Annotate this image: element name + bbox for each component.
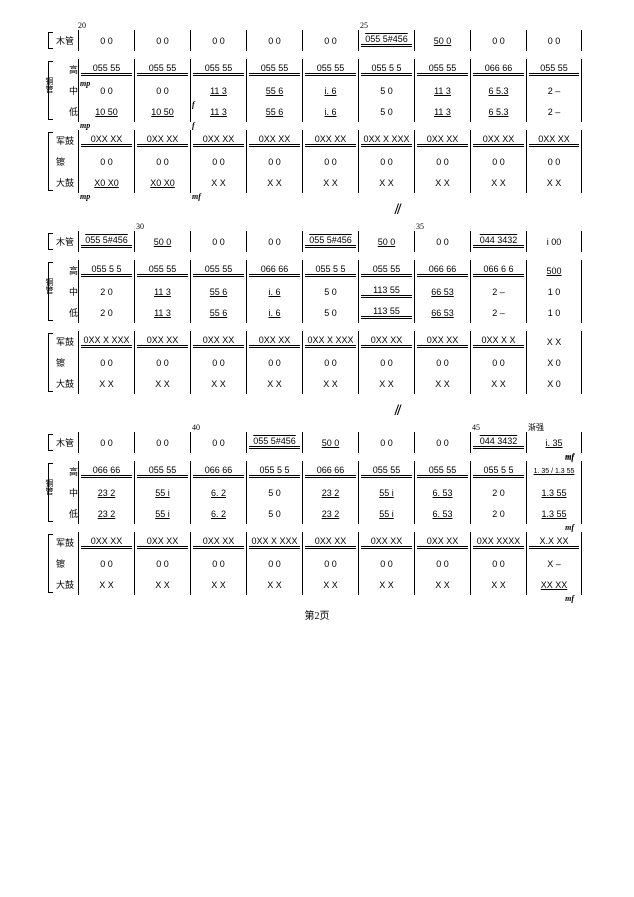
system-3: 40 45 渐强 木管 0 0 0 0 0 0 055 5#456 50 0 0… — [50, 432, 584, 595]
part-label: 军鼓 — [50, 335, 78, 348]
measures: 2 0 11 3 55 6 i. 6 5 0 113 55 66 53 2 – … — [78, 281, 582, 302]
measures: 055 5 5 055 55 055 55 066 66 055 5 5 055… — [78, 260, 582, 281]
system-2: 30 35 木管 055 5#456 50 0 0 0 0 0 055 5#45… — [50, 231, 584, 420]
part-label: 大鼓 — [50, 176, 78, 189]
staff-brass-low: 低 23 2 55 i 6. 2 5 0 23 2 55 i 6. 53 2 0… — [50, 503, 584, 524]
staff-woodwind: 20 25 木管 0 0 0 0 0 0 0 0 0 0 055 5#456 5… — [50, 30, 584, 51]
dynamic: mf — [565, 594, 574, 603]
measures: X X X X X X X X X X X X X X X X X 0 — [78, 373, 582, 394]
staff-cymbal: 镲 0 0 0 0 0 0 0 0 0 0 0 0 0 0 0 0 0 0 — [50, 151, 584, 172]
part-label: 大鼓 — [50, 578, 78, 591]
staff-bassdrum: 大鼓 X X X X X X X X X X X X X X X X X 0 — [50, 373, 584, 394]
part-label: 中 — [50, 486, 78, 499]
staff-snare: 军鼓 0XX XX 0XX XX 0XX XX 0XX X XXX 0XX XX… — [50, 532, 584, 553]
brass-group: 铜管 高 066 66 055 55 066 66 055 5 5 066 66… — [50, 461, 584, 524]
perc-group: 军鼓 0XX X XXX 0XX XX 0XX XX 0XX XX 0XX X … — [50, 331, 584, 394]
measures: 0 0 0 0 0 0 055 5#456 50 0 0 0 0 0 044 3… — [78, 432, 582, 453]
bar-number: 40 — [192, 423, 200, 432]
measures: 0 0 0 0 0 0 0 0 0 0 0 0 0 0 0 0 X 0 — [78, 352, 582, 373]
measures: 055 55 055 55 055 55 055 55 055 55 055 5… — [78, 59, 582, 80]
system-break-icon: // — [210, 201, 584, 219]
system-1: 20 25 木管 0 0 0 0 0 0 0 0 0 0 055 5#456 5… — [50, 30, 584, 219]
staff-brass-low: 低 2 0 11 3 55 6 i. 6 5 0 113 55 66 53 2 … — [50, 302, 584, 323]
bar-number: 30 — [136, 222, 144, 231]
staff-snare: 军鼓 0XX XX 0XX XX 0XX XX 0XX XX 0XX XX 0X… — [50, 130, 584, 151]
part-label: 大鼓 — [50, 377, 78, 390]
measures: X0 X0 X0 X0 X X X X X X X X X X X X X X — [78, 172, 582, 193]
part-label: 低 — [50, 105, 78, 118]
dynamic: mp — [80, 192, 90, 201]
page-number: 第2页 — [50, 607, 584, 622]
staff-snare: 军鼓 0XX X XXX 0XX XX 0XX XX 0XX XX 0XX X … — [50, 331, 584, 352]
part-label: 高 — [50, 63, 78, 76]
bar-number: 35 — [416, 222, 424, 231]
bar-number: 45 — [472, 423, 480, 432]
part-label: 镲 — [50, 557, 78, 570]
staff-woodwind: 40 45 渐强 木管 0 0 0 0 0 0 055 5#456 50 0 0… — [50, 432, 584, 453]
measures: 055 5#456 50 0 0 0 0 0 055 5#456 50 0 0 … — [78, 231, 582, 252]
measures: 0 0 0 0 0 0 0 0 0 0 0 0 0 0 0 0 0 0 — [78, 151, 582, 172]
part-label: 低 — [50, 507, 78, 520]
staff-woodwind: 30 35 木管 055 5#456 50 0 0 0 0 0 055 5#45… — [50, 231, 584, 252]
part-label: 木管 — [50, 436, 78, 449]
part-label: 军鼓 — [50, 134, 78, 147]
woodwind-group: 30 35 木管 055 5#456 50 0 0 0 0 0 055 5#45… — [50, 231, 584, 252]
staff-brass-mid: 中 0 0 0 0 11 3 55 6 i. 6 5 0 11 3 6 5.3 … — [50, 80, 584, 101]
measures: 0 0 0 0 0 0 0 0 0 0 055 5#456 50 0 0 0 0… — [78, 30, 582, 51]
system-break-icon: // — [210, 402, 584, 420]
dynamic: mf — [565, 523, 574, 532]
measures: 0 0 0 0 11 3 55 6 i. 6 5 0 11 3 6 5.3 2 … — [78, 80, 582, 101]
measures: 0XX XX 0XX XX 0XX XX 0XX XX 0XX XX 0XX X… — [78, 130, 582, 151]
measures: 2 0 11 3 55 6 i. 6 5 0 113 55 66 53 2 – … — [78, 302, 582, 323]
brass-group: 铜管 高 055 5 5 055 55 055 55 066 66 055 5 … — [50, 260, 584, 323]
staff-brass-mid: 中 23 2 55 i 6. 2 5 0 23 2 55 i 6. 53 2 0… — [50, 482, 584, 503]
staff-brass-low: 低 mp 10 50 10 50 11 3 55 6 i. 6 5 0 11 3… — [50, 101, 584, 122]
dynamic: f — [192, 121, 195, 130]
measures: 0XX XX 0XX XX 0XX XX 0XX X XXX 0XX XX 0X… — [78, 532, 582, 553]
measures: 10 50 10 50 11 3 55 6 i. 6 5 0 11 3 6 5.… — [78, 101, 582, 122]
woodwind-group: 20 25 木管 0 0 0 0 0 0 0 0 0 0 055 5#456 5… — [50, 30, 584, 51]
part-label: 木管 — [50, 235, 78, 248]
perc-group: 军鼓 0XX XX 0XX XX 0XX XX 0XX XX 0XX XX 0X… — [50, 130, 584, 193]
cresc-label: 渐强 — [528, 422, 544, 433]
part-label: 镲 — [50, 155, 78, 168]
staff-brass-high: 高 mp 055 55 055 55 055 55 055 55 055 55 … — [50, 59, 584, 80]
staff-bassdrum: 大鼓 X X X X X X X X X X X X X X X X XX XX… — [50, 574, 584, 595]
staff-cymbal: 镲 0 0 0 0 0 0 0 0 0 0 0 0 0 0 0 0 X 0 — [50, 352, 584, 373]
staff-cymbal: 镲 0 0 0 0 0 0 0 0 0 0 0 0 0 0 0 0 X – — [50, 553, 584, 574]
part-label: 木管 — [50, 34, 78, 47]
measures: X X X X X X X X X X X X X X X X XX XX — [78, 574, 582, 595]
measures: 0 0 0 0 0 0 0 0 0 0 0 0 0 0 0 0 X – — [78, 553, 582, 574]
measures: 23 2 55 i 6. 2 5 0 23 2 55 i 6. 53 2 0 1… — [78, 482, 582, 503]
staff-brass-high: 高 066 66 055 55 066 66 055 5 5 066 66 05… — [50, 461, 584, 482]
part-label: 低 — [50, 306, 78, 319]
part-label: 军鼓 — [50, 536, 78, 549]
part-label: 中 — [50, 84, 78, 97]
staff-brass-high: 高 055 5 5 055 55 055 55 066 66 055 5 5 0… — [50, 260, 584, 281]
dynamic: mf — [192, 192, 201, 201]
measures: 066 66 055 55 066 66 055 5 5 066 66 055 … — [78, 461, 582, 482]
staff-bassdrum: 大鼓 mp X0 X0 X0 X0 X X X X X X X X X X X … — [50, 172, 584, 193]
measures: 23 2 55 i 6. 2 5 0 23 2 55 i 6. 53 2 0 1… — [78, 503, 582, 524]
part-label: 镲 — [50, 356, 78, 369]
dynamic: mp — [80, 121, 90, 130]
brass-group: 铜管 高 mp 055 55 055 55 055 55 055 55 055 … — [50, 59, 584, 122]
part-label: 中 — [50, 285, 78, 298]
measures: 0XX X XXX 0XX XX 0XX XX 0XX XX 0XX X XXX… — [78, 331, 582, 352]
part-label: 高 — [50, 465, 78, 478]
perc-group: 军鼓 0XX XX 0XX XX 0XX XX 0XX X XXX 0XX XX… — [50, 532, 584, 595]
staff-brass-mid: 中 2 0 11 3 55 6 i. 6 5 0 113 55 66 53 2 … — [50, 281, 584, 302]
woodwind-group: 40 45 渐强 木管 0 0 0 0 0 0 055 5#456 50 0 0… — [50, 432, 584, 453]
bar-number: 20 — [78, 21, 86, 30]
bar-number: 25 — [360, 21, 368, 30]
part-label: 高 — [50, 264, 78, 277]
